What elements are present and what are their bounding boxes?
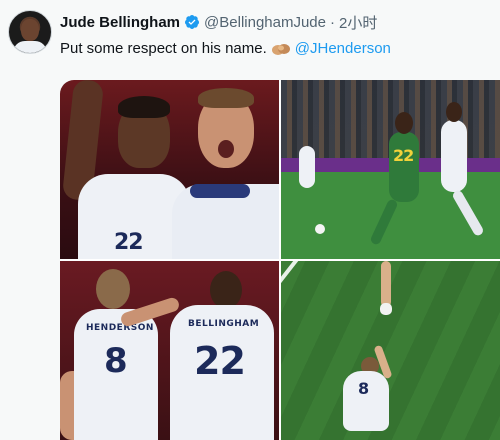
author-handle[interactable]: @BellinghamJude bbox=[204, 14, 326, 31]
media-photo-2[interactable]: 22 bbox=[281, 80, 500, 259]
player-green-head bbox=[395, 112, 413, 134]
jersey-number: 8 bbox=[358, 379, 369, 398]
tweet-text-body: Put some respect on his name. bbox=[60, 40, 267, 57]
pitch-line bbox=[281, 261, 305, 364]
tweet-header: Jude Bellingham @BellinghamJude · 2小时 bbox=[60, 12, 377, 32]
jersey-number: 22 bbox=[114, 230, 144, 255]
player-right-hair bbox=[198, 88, 254, 108]
player-white-head bbox=[446, 102, 462, 122]
player-top-sock bbox=[380, 303, 392, 315]
jersey-number: 8 bbox=[104, 341, 128, 381]
jersey-number: 22 bbox=[194, 339, 246, 383]
player-green-body bbox=[389, 132, 419, 202]
jersey-name: HENDERSON bbox=[86, 323, 154, 333]
media-photo-3[interactable]: HENDERSON 8 BELLINGHAM 22 bbox=[60, 261, 279, 440]
verified-badge-icon bbox=[185, 15, 200, 29]
media-photo-4[interactable]: 8 bbox=[281, 261, 500, 440]
avatar-shirt bbox=[13, 41, 47, 53]
avatar-face bbox=[21, 19, 39, 41]
player-right-mouth bbox=[218, 140, 234, 158]
player-8-head bbox=[96, 269, 130, 309]
tweet-media-grid: 22 22 HENDERSON 8 BELLINGHAM 22 8 bbox=[60, 80, 500, 440]
separator-dot: · bbox=[330, 13, 335, 31]
jersey-name: BELLINGHAM bbox=[188, 319, 260, 329]
avatar[interactable] bbox=[8, 10, 52, 54]
jersey-number: 22 bbox=[393, 146, 414, 165]
football bbox=[315, 224, 325, 234]
tweet[interactable]: Jude Bellingham @BellinghamJude · 2小时 Pu… bbox=[0, 0, 500, 440]
player-left-hair bbox=[118, 96, 170, 118]
mention-link[interactable]: @JHenderson bbox=[295, 40, 391, 57]
tweet-timestamp[interactable]: 2小时 bbox=[339, 12, 377, 33]
player-right-collar bbox=[190, 184, 250, 198]
media-photo-1[interactable]: 22 bbox=[60, 80, 279, 259]
player-far-body bbox=[299, 146, 315, 188]
author-name[interactable]: Jude Bellingham bbox=[60, 14, 180, 31]
tweet-text: Put some respect on his name. @JHenderso… bbox=[60, 40, 391, 57]
player-22-head bbox=[210, 271, 242, 309]
player-top-leg bbox=[381, 261, 391, 307]
clapping-hands-emoji-icon bbox=[271, 43, 290, 55]
player-white-body bbox=[441, 120, 467, 192]
